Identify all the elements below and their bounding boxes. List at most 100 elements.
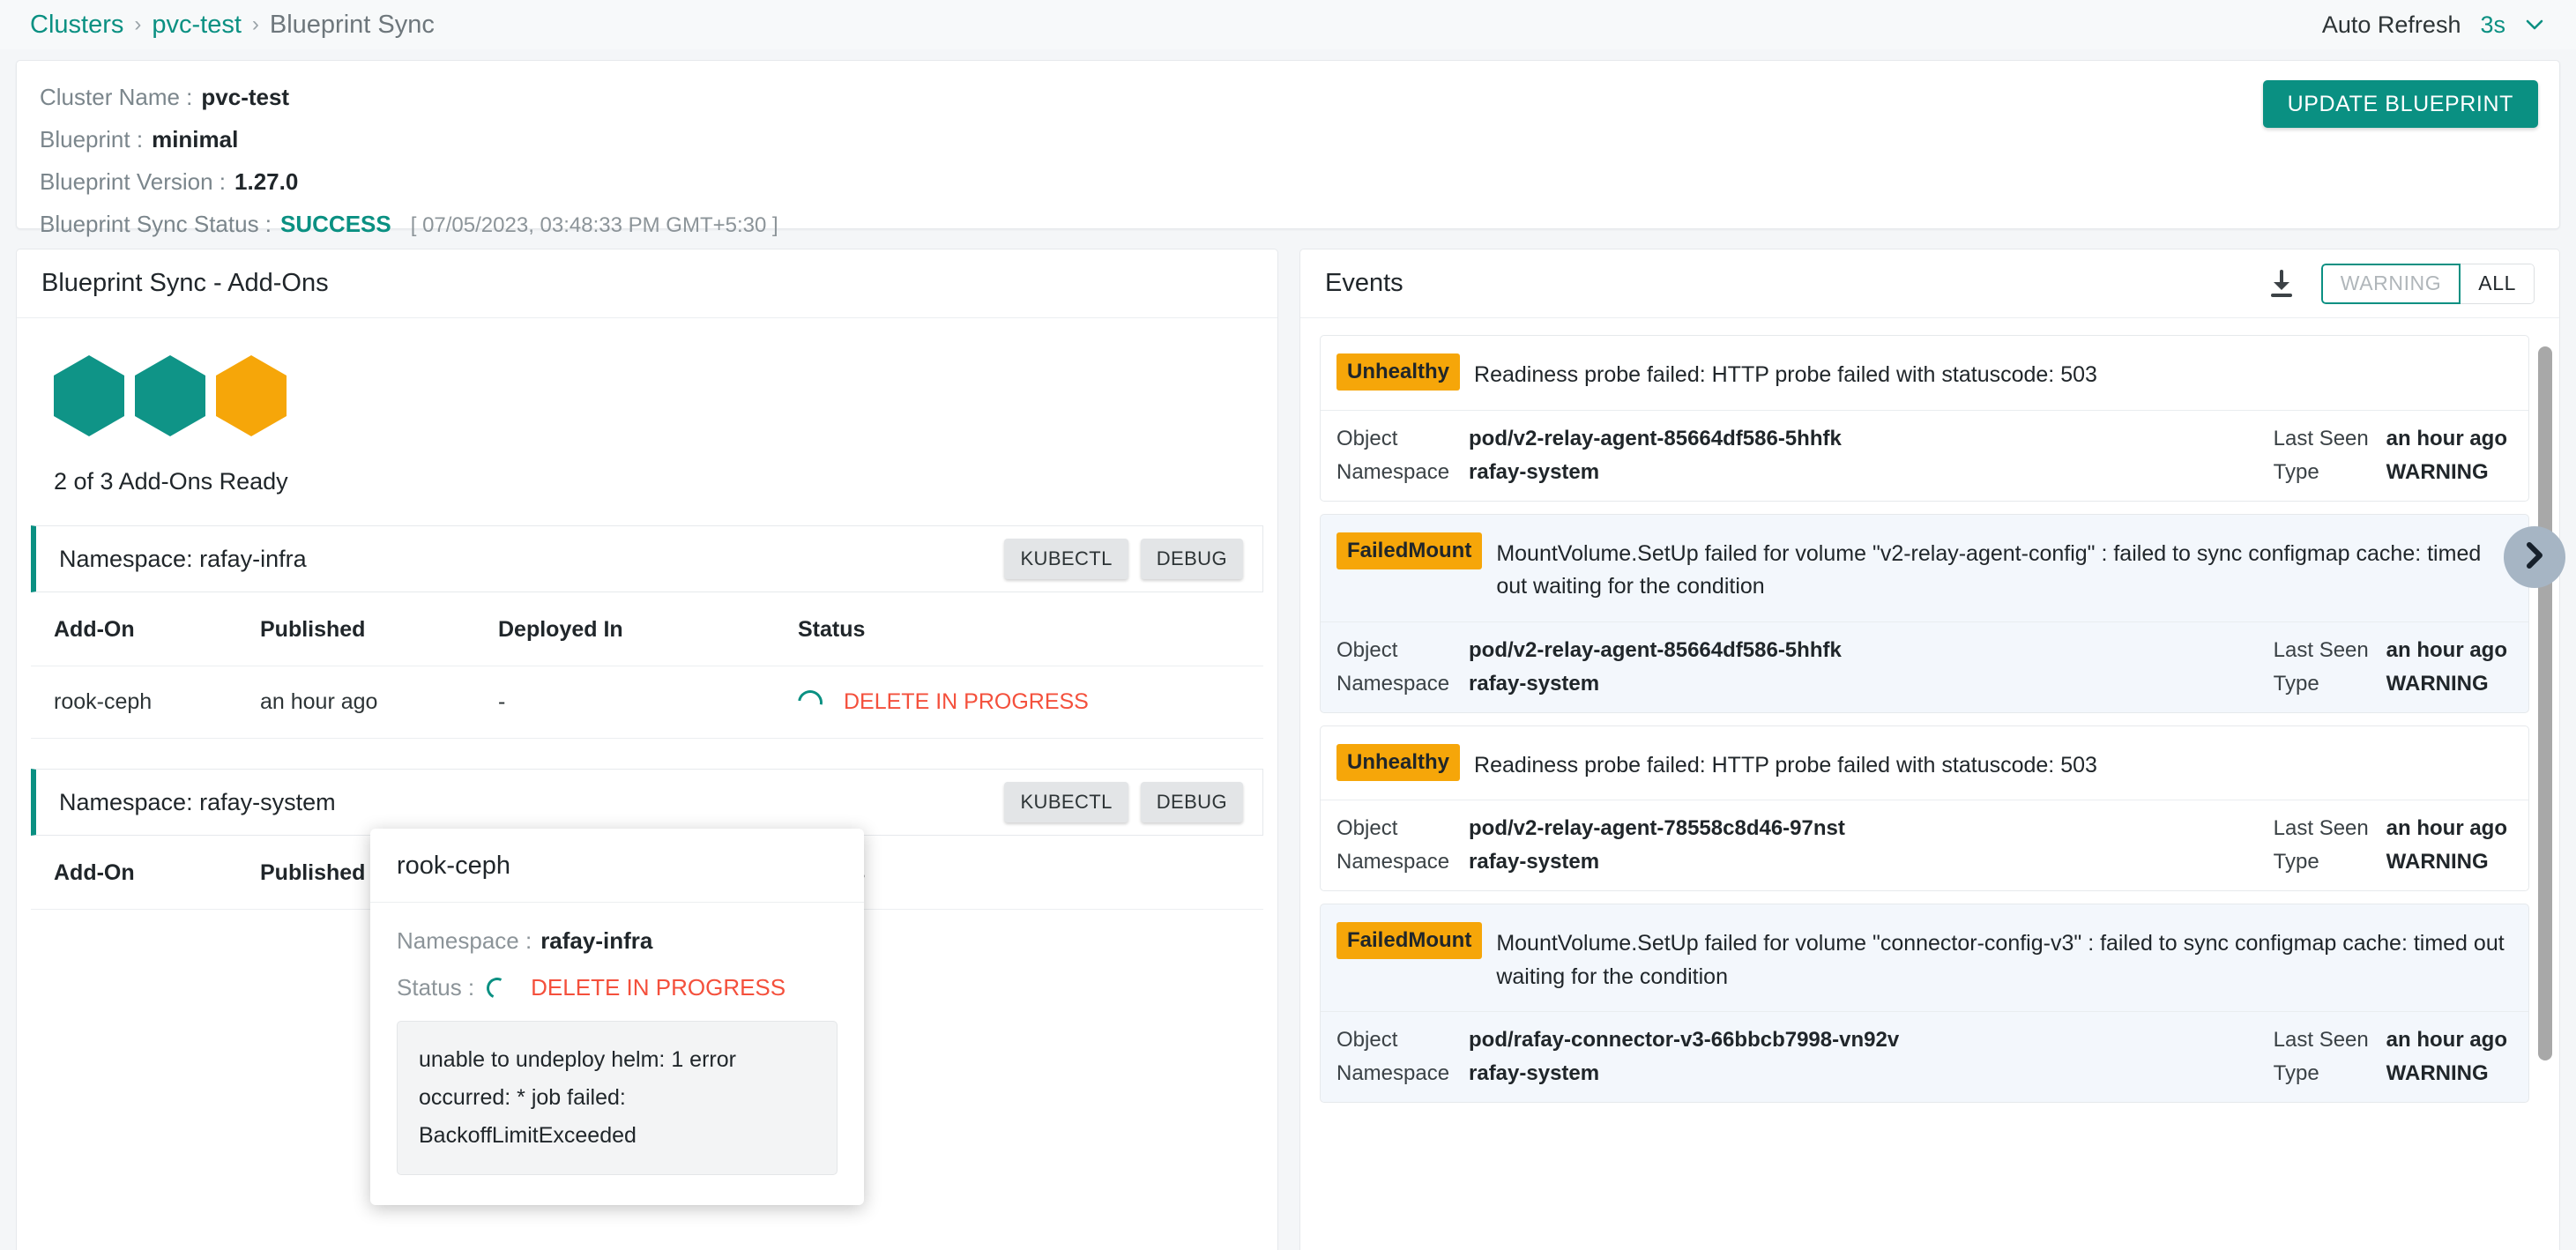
event-namespace-value: rafay-system — [1469, 850, 1600, 874]
breadcrumb: Clusters › pvc-test › Blueprint Sync — [30, 11, 435, 40]
loading-spinner-icon — [793, 685, 828, 719]
event-object-row: Object pod/v2-relay-agent-85664df586-5hh… — [1336, 638, 1842, 663]
loading-spinner-icon — [483, 974, 511, 1001]
namespace-header: Namespace: rafay-system KUBECTL DEBUG — [31, 769, 1263, 836]
event-details-right: Last Seen an hour ago Type WARNING — [2274, 816, 2507, 874]
events-panel: Events WARNING ALL Unhealthy Readiness p… — [1299, 249, 2560, 1250]
table-row[interactable]: rook-ceph an hour ago - DELETE IN PROGRE… — [31, 666, 1263, 739]
event-details: Object pod/v2-relay-agent-85664df586-5hh… — [1321, 622, 2528, 712]
event-reason-badge: FailedMount — [1336, 532, 1483, 569]
event-card[interactable]: Unhealthy Readiness probe failed: HTTP p… — [1320, 335, 2529, 502]
addons-table: Add-On Published Deployed In Status rook… — [31, 592, 1263, 739]
event-namespace-value: rafay-system — [1469, 671, 1600, 696]
event-namespace-row: Namespace rafay-system — [1336, 850, 1845, 874]
event-type-label: Type — [2273, 850, 2319, 874]
tooltip-namespace-value: rafay-infra — [540, 927, 653, 954]
event-namespace-label: Namespace — [1336, 1061, 1450, 1085]
event-summary: Unhealthy Readiness probe failed: HTTP p… — [1321, 336, 2528, 411]
filter-all-button[interactable]: ALL — [2461, 263, 2535, 304]
event-object-row: Object pod/v2-relay-agent-85664df586-5hh… — [1336, 427, 1842, 451]
event-type-value: WARNING — [2386, 671, 2489, 696]
event-type-row: Type WARNING — [2274, 672, 2507, 696]
column-header-status: Status — [798, 836, 1263, 910]
blueprint-version-label: Blueprint Version : — [40, 168, 227, 195]
debug-button[interactable]: DEBUG — [1140, 782, 1243, 822]
addons-panel-title: Blueprint Sync - Add-Ons — [41, 269, 329, 297]
kubectl-button[interactable]: KUBECTL — [1004, 539, 1128, 579]
events-scrollbar[interactable] — [2538, 346, 2552, 1060]
event-summary: Unhealthy Readiness probe failed: HTTP p… — [1321, 726, 2528, 800]
namespace-actions: KUBECTL DEBUG — [1004, 782, 1243, 822]
blueprint-version-row: Blueprint Version : 1.27.0 — [40, 168, 2559, 196]
blueprint-label: Blueprint : — [40, 126, 144, 153]
event-object-label: Object — [1336, 1028, 1398, 1052]
blueprint-sync-status-row: Blueprint Sync Status : SUCCESS [ 07/05/… — [40, 211, 2559, 238]
download-icon[interactable] — [2268, 269, 2295, 298]
event-message: MountVolume.SetUp failed for volume "v2-… — [1496, 540, 2482, 599]
cluster-name-value: pvc-test — [201, 84, 290, 110]
addon-tooltip-popup: rook-ceph Namespace : rafay-infra Status… — [370, 829, 864, 1205]
update-blueprint-button[interactable]: UPDATE BLUEPRINT — [2262, 80, 2538, 128]
blueprint-sync-timestamp: [ 07/05/2023, 03:48:33 PM GMT+5:30 ] — [410, 213, 778, 237]
event-message: MountVolume.SetUp failed for volume "con… — [1496, 931, 2505, 989]
event-type-row: Type WARNING — [2274, 1061, 2507, 1086]
hex-addon-ready-2[interactable] — [135, 355, 205, 436]
event-object-label: Object — [1336, 426, 1398, 450]
event-object-value: pod/v2-relay-agent-85664df586-5hhfk — [1469, 637, 1842, 662]
cell-deployed-in: - — [498, 666, 798, 739]
hex-addon-ready-1[interactable] — [54, 355, 124, 436]
event-namespace-row: Namespace rafay-system — [1336, 672, 1842, 696]
event-reason-badge: FailedMount — [1336, 922, 1483, 959]
status-wrapper: DELETE IN PROGRESS — [793, 685, 1263, 719]
table-header-row: Add-On Published Deployed In Status — [31, 592, 1263, 666]
event-object-row: Object pod/rafay-connector-v3-66bbcb7998… — [1336, 1028, 1899, 1053]
cluster-summary-card: Cluster Name : pvc-test Blueprint : mini… — [16, 60, 2560, 279]
debug-button[interactable]: DEBUG — [1140, 539, 1243, 579]
event-details: Object pod/v2-relay-agent-78558c8d46-97n… — [1321, 800, 2528, 890]
event-details: Object pod/rafay-connector-v3-66bbcb7998… — [1321, 1012, 2528, 1102]
event-details: Object pod/v2-relay-agent-85664df586-5hh… — [1321, 411, 2528, 501]
events-controls: WARNING ALL — [2268, 263, 2535, 304]
event-last-seen-label: Last Seen — [2273, 426, 2369, 450]
breadcrumb-item-clusters[interactable]: Clusters — [30, 11, 123, 40]
filter-warning-button[interactable]: WARNING — [2320, 263, 2461, 304]
cell-addon-name: rook-ceph — [31, 666, 260, 739]
next-page-button[interactable] — [2504, 526, 2565, 588]
event-card[interactable]: Unhealthy Readiness probe failed: HTTP p… — [1320, 725, 2529, 891]
event-details-right: Last Seen an hour ago Type WARNING — [2274, 1028, 2507, 1086]
events-filter-toggle: WARNING ALL — [2320, 263, 2535, 304]
events-panel-title: Events — [1325, 269, 1403, 297]
kubectl-button[interactable]: KUBECTL — [1004, 782, 1128, 822]
events-list[interactable]: Unhealthy Readiness probe failed: HTTP p… — [1300, 319, 2559, 1250]
column-header-status: Status — [798, 592, 1263, 666]
tooltip-error-message: unable to undeploy helm: 1 error occurre… — [397, 1021, 838, 1175]
event-namespace-row: Namespace rafay-system — [1336, 460, 1842, 485]
chevron-down-icon[interactable] — [2525, 15, 2544, 34]
event-details-right: Last Seen an hour ago Type WARNING — [2274, 638, 2507, 696]
event-details-left: Object pod/v2-relay-agent-78558c8d46-97n… — [1336, 816, 1845, 874]
namespace-name: Namespace: rafay-infra — [59, 545, 307, 572]
namespace-block-rafay-infra: Namespace: rafay-infra KUBECTL DEBUG Add… — [31, 525, 1263, 739]
event-message: Readiness probe failed: HTTP probe faile… — [1474, 362, 2097, 387]
hex-addon-warning-3[interactable] — [216, 355, 287, 436]
event-last-seen-label: Last Seen — [2273, 1028, 2369, 1052]
breadcrumb-item-pvc-test[interactable]: pvc-test — [152, 11, 242, 40]
event-object-row: Object pod/v2-relay-agent-78558c8d46-97n… — [1336, 816, 1845, 841]
column-header-published: Published — [260, 592, 498, 666]
event-namespace-value: rafay-system — [1469, 459, 1600, 484]
addons-table-body: rook-ceph an hour ago - DELETE IN PROGRE… — [31, 666, 1263, 739]
auto-refresh-value: 3s — [2480, 11, 2505, 38]
addons-column: Blueprint Sync - Add-Ons 2 of 3 Add-Ons … — [16, 249, 1278, 1250]
tooltip-status-label: Status : — [397, 974, 475, 1001]
main-content: Blueprint Sync - Add-Ons 2 of 3 Add-Ons … — [16, 249, 2565, 1250]
event-card[interactable]: FailedMount MountVolume.SetUp failed for… — [1320, 904, 2529, 1103]
addons-hex-summary: 2 of 3 Add-Ons Ready — [17, 318, 1277, 495]
hex-group — [54, 355, 1277, 436]
event-last-seen-label: Last Seen — [2273, 637, 2369, 662]
auto-refresh-control[interactable]: Auto Refresh 3s — [2322, 11, 2544, 39]
event-type-value: WARNING — [2386, 1061, 2489, 1085]
breadcrumb-separator: › — [251, 12, 259, 36]
event-card[interactable]: FailedMount MountVolume.SetUp failed for… — [1320, 513, 2529, 713]
cluster-name-row: Cluster Name : pvc-test — [40, 84, 2559, 111]
tooltip-namespace-label: Namespace : — [397, 927, 532, 954]
